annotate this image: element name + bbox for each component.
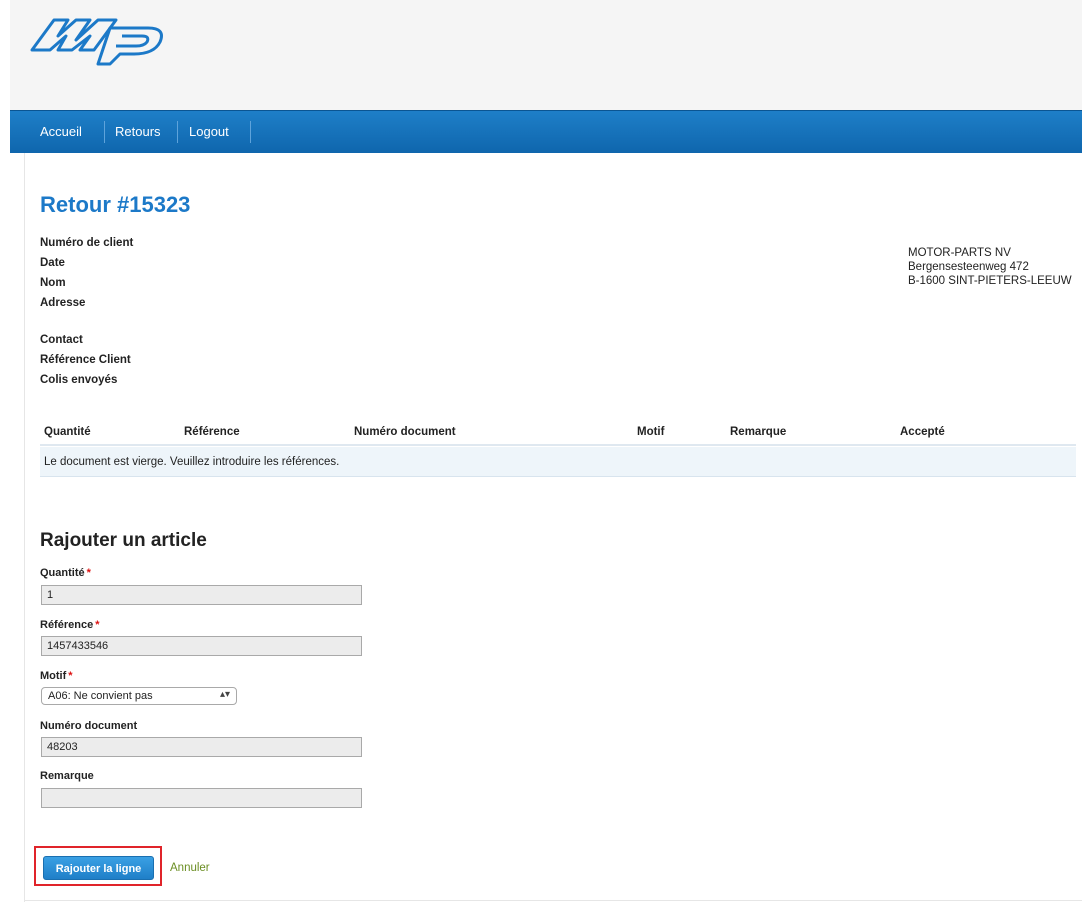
motif-selected-value: A06: Ne convient pas [48,690,153,702]
table-row: Le document est vierge. Veuillez introdu… [40,447,1076,477]
mp-logo [30,18,163,66]
column-header: Accepté [900,426,945,438]
content-border [24,153,25,902]
nav-logout[interactable]: Logout [189,124,229,139]
label-client-reference: Référence Client [40,354,131,366]
cancel-link[interactable]: Annuler [170,862,210,874]
header [10,0,1082,110]
empty-table-message: Le document est vierge. Veuillez introdu… [44,456,340,468]
column-header: Quantité [44,426,91,438]
page-title: Retour #15323 [40,192,191,217]
column-header: Remarque [730,426,787,438]
lines-table-header: Quantité Référence Numéro document Motif… [40,420,1076,446]
quantity-input[interactable] [41,585,362,605]
quantity-label: Quantité * [40,567,91,579]
main-nav: Accueil Retours Logout [10,110,1082,153]
label-address: Adresse [40,297,86,309]
quantity-label-text: Quantité [40,567,85,579]
select-arrows-icon: ▴▾ [219,689,230,700]
label-client-number: Numéro de client [40,237,134,249]
label-contact: Contact [40,334,83,346]
add-line-button[interactable]: Rajouter la ligne [43,856,154,880]
motif-label-text: Motif [40,670,67,682]
remark-label: Remarque [40,770,94,782]
company-city: B-1600 SINT-PIETERS-LEEUW [908,275,1072,287]
required-marker: * [95,619,100,631]
nav-divider [250,121,251,143]
nav-divider [104,121,105,143]
label-name: Nom [40,277,66,289]
reference-label-text: Référence [40,619,94,631]
motif-label: Motif * [40,670,73,682]
reference-input[interactable] [41,636,362,656]
column-header: Numéro document [354,426,456,438]
reference-label: Référence * [40,619,99,631]
label-date: Date [40,257,65,269]
required-marker: * [68,670,73,682]
column-header: Référence [184,426,240,438]
remark-input[interactable] [41,788,362,808]
document-number-input[interactable] [41,737,362,757]
document-number-label: Numéro document [40,720,138,732]
column-header: Motif [637,426,665,438]
company-street: Bergensesteenweg 472 [908,261,1029,273]
motif-select[interactable]: A06: Ne convient pas ▴▾ [41,687,237,705]
nav-retours[interactable]: Retours [115,124,161,139]
label-parcels-sent: Colis envoyés [40,374,118,386]
company-name: MOTOR-PARTS NV [908,247,1011,259]
add-article-title: Rajouter un article [40,530,207,551]
nav-divider [177,121,178,143]
required-marker: * [86,567,91,579]
content-border-bottom [24,900,1082,901]
nav-accueil[interactable]: Accueil [40,124,82,139]
